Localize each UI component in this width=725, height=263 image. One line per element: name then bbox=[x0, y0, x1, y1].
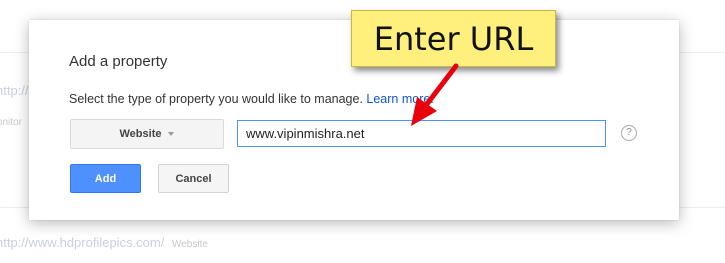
description-text: Select the type of property you would li… bbox=[69, 92, 363, 106]
property-url-input[interactable] bbox=[237, 120, 606, 147]
background-monitor-text: onitor bbox=[0, 117, 23, 128]
dialog-title: Add a property bbox=[69, 53, 168, 70]
add-button[interactable]: Add bbox=[70, 164, 141, 193]
dialog-description: Select the type of property you would li… bbox=[69, 92, 434, 106]
property-type-select[interactable]: Website bbox=[70, 119, 224, 149]
background-site-row: http://www.hdprofilepics.com/ Website bbox=[0, 235, 208, 250]
property-type-value: Website bbox=[119, 128, 162, 140]
enter-url-callout: Enter URL bbox=[351, 10, 556, 67]
background-site-type: Website bbox=[171, 239, 208, 250]
background-site-url-partial: http:// bbox=[0, 83, 29, 98]
caret-down-icon bbox=[168, 132, 175, 136]
learn-more-link[interactable]: Learn more. bbox=[366, 92, 433, 106]
background-site-url[interactable]: http://www.hdprofilepics.com/ bbox=[0, 235, 164, 250]
cancel-button[interactable]: Cancel bbox=[158, 164, 229, 193]
callout-label: Enter URL bbox=[373, 19, 534, 58]
help-icon[interactable]: ? bbox=[621, 125, 637, 141]
